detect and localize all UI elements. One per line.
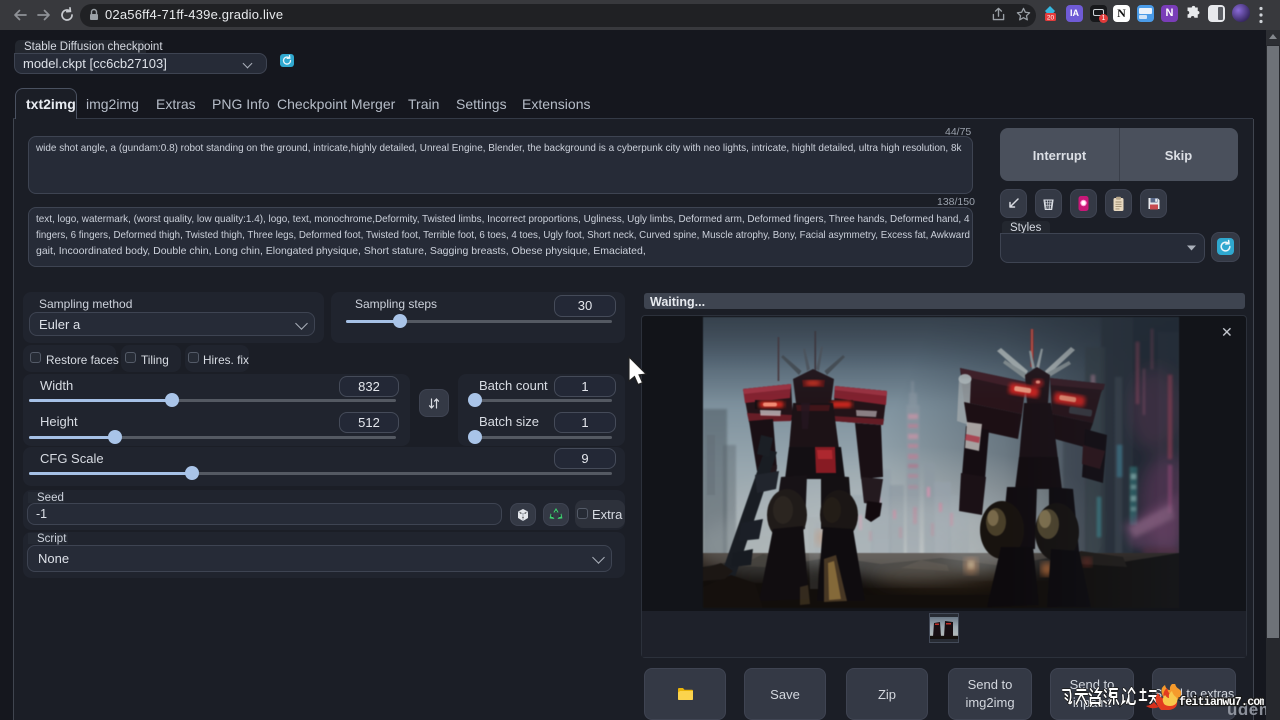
svg-text:feitianwu7.com: feitianwu7.com [1179,696,1264,709]
svg-text:20: 20 [1047,15,1055,21]
